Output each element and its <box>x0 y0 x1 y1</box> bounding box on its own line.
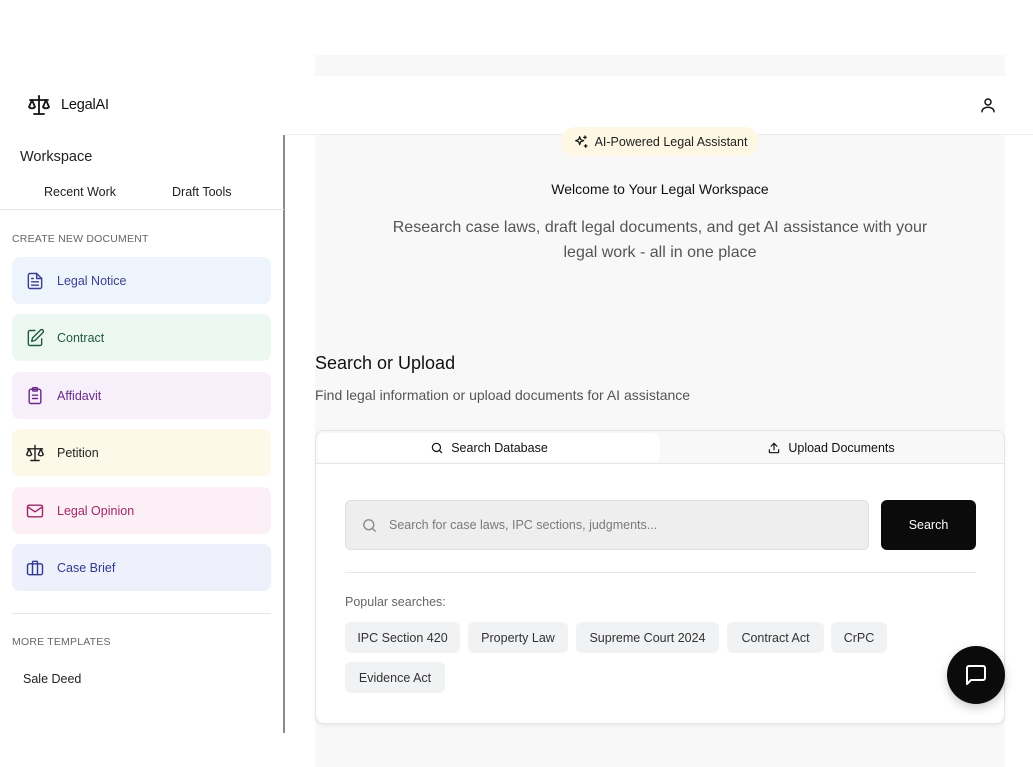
popular-searches-label: Popular searches: <box>345 595 446 609</box>
file-text-icon <box>27 272 43 289</box>
more-templates-label: MORE TEMPLATES <box>12 636 111 648</box>
search-button[interactable]: Search <box>881 500 976 550</box>
search-input[interactable] <box>389 518 849 532</box>
popular-search-chip[interactable]: CrPC <box>831 622 887 653</box>
clipboard-icon <box>28 386 42 404</box>
page: LegalAI Workspace Recent Work Draft Tool… <box>0 0 1033 767</box>
doc-card-label: Case Brief <box>57 560 116 575</box>
tab-search-database[interactable]: Search Database <box>318 433 660 462</box>
doc-card-label: Contract <box>57 330 105 345</box>
create-case-brief-button[interactable]: Case Brief <box>12 544 271 591</box>
create-new-document-label: CREATE NEW DOCUMENT <box>12 233 149 245</box>
tab-upload-documents[interactable]: Upload Documents <box>660 433 1002 462</box>
app-logo[interactable]: LegalAI <box>27 93 109 117</box>
doc-card-label: Legal Opinion <box>57 503 135 518</box>
app-name: LegalAI <box>61 97 109 113</box>
popular-search-chip[interactable]: IPC Section 420 <box>345 622 460 653</box>
sidebar: Workspace Recent Work Draft Tools CREATE… <box>0 135 285 733</box>
ai-badge: AI-Powered Legal Assistant <box>561 127 759 156</box>
workspace-tabs: Recent Work Draft Tools <box>0 177 284 210</box>
template-sale-deed[interactable]: Sale Deed <box>23 672 81 686</box>
create-legal-notice-button[interactable]: Legal Notice <box>12 257 271 304</box>
popular-search-chip[interactable]: Property Law <box>468 622 568 653</box>
popular-search-chip[interactable]: Supreme Court 2024 <box>576 622 719 653</box>
scales-icon <box>28 95 50 115</box>
sidebar-divider <box>12 613 271 614</box>
tab-draft-tools[interactable]: Draft Tools <box>172 185 232 199</box>
create-contract-button[interactable]: Contract <box>12 314 271 361</box>
search-upload-description: Find legal information or upload documen… <box>315 387 691 403</box>
briefcase-icon <box>26 560 44 575</box>
user-profile-button[interactable] <box>976 93 1000 117</box>
doc-card-label: Legal Notice <box>57 273 127 288</box>
upload-icon <box>769 442 780 453</box>
create-legal-opinion-button[interactable]: Legal Opinion <box>12 487 271 534</box>
popular-search-chip[interactable]: Evidence Act <box>345 662 445 693</box>
search-upload-tabs: Search Database Upload Documents <box>316 431 1004 464</box>
message-square-icon <box>966 665 986 685</box>
doc-card-label: Affidavit <box>57 388 102 403</box>
search-icon <box>431 442 443 453</box>
scales-icon <box>25 444 45 461</box>
tab-label: Search Database <box>451 440 548 455</box>
search-field-container <box>345 500 869 550</box>
card-divider <box>345 572 976 573</box>
search-icon <box>363 518 376 532</box>
ai-badge-label: AI-Powered Legal Assistant <box>594 134 748 149</box>
workspace-title: Workspace <box>20 149 93 165</box>
user-icon <box>981 98 995 113</box>
sparkles-icon <box>574 134 588 148</box>
file-edit-icon <box>27 328 45 346</box>
popular-search-chip[interactable]: Contract Act <box>727 622 824 653</box>
create-petition-button[interactable]: Petition <box>12 429 271 476</box>
mail-icon <box>26 503 44 518</box>
welcome-subtitle: Research case laws, draft legal document… <box>392 219 928 261</box>
tab-recent-work[interactable]: Recent Work <box>44 185 116 199</box>
search-upload-title: Search or Upload <box>315 353 456 373</box>
tab-label: Upload Documents <box>788 440 895 455</box>
search-upload-card: Search Database Upload Documents Search … <box>315 430 1005 724</box>
doc-card-label: Petition <box>57 445 99 460</box>
chat-assistant-button[interactable] <box>947 646 1005 704</box>
welcome-heading: Welcome to Your Legal Workspace <box>551 181 769 197</box>
create-affidavit-button[interactable]: Affidavit <box>12 372 271 419</box>
